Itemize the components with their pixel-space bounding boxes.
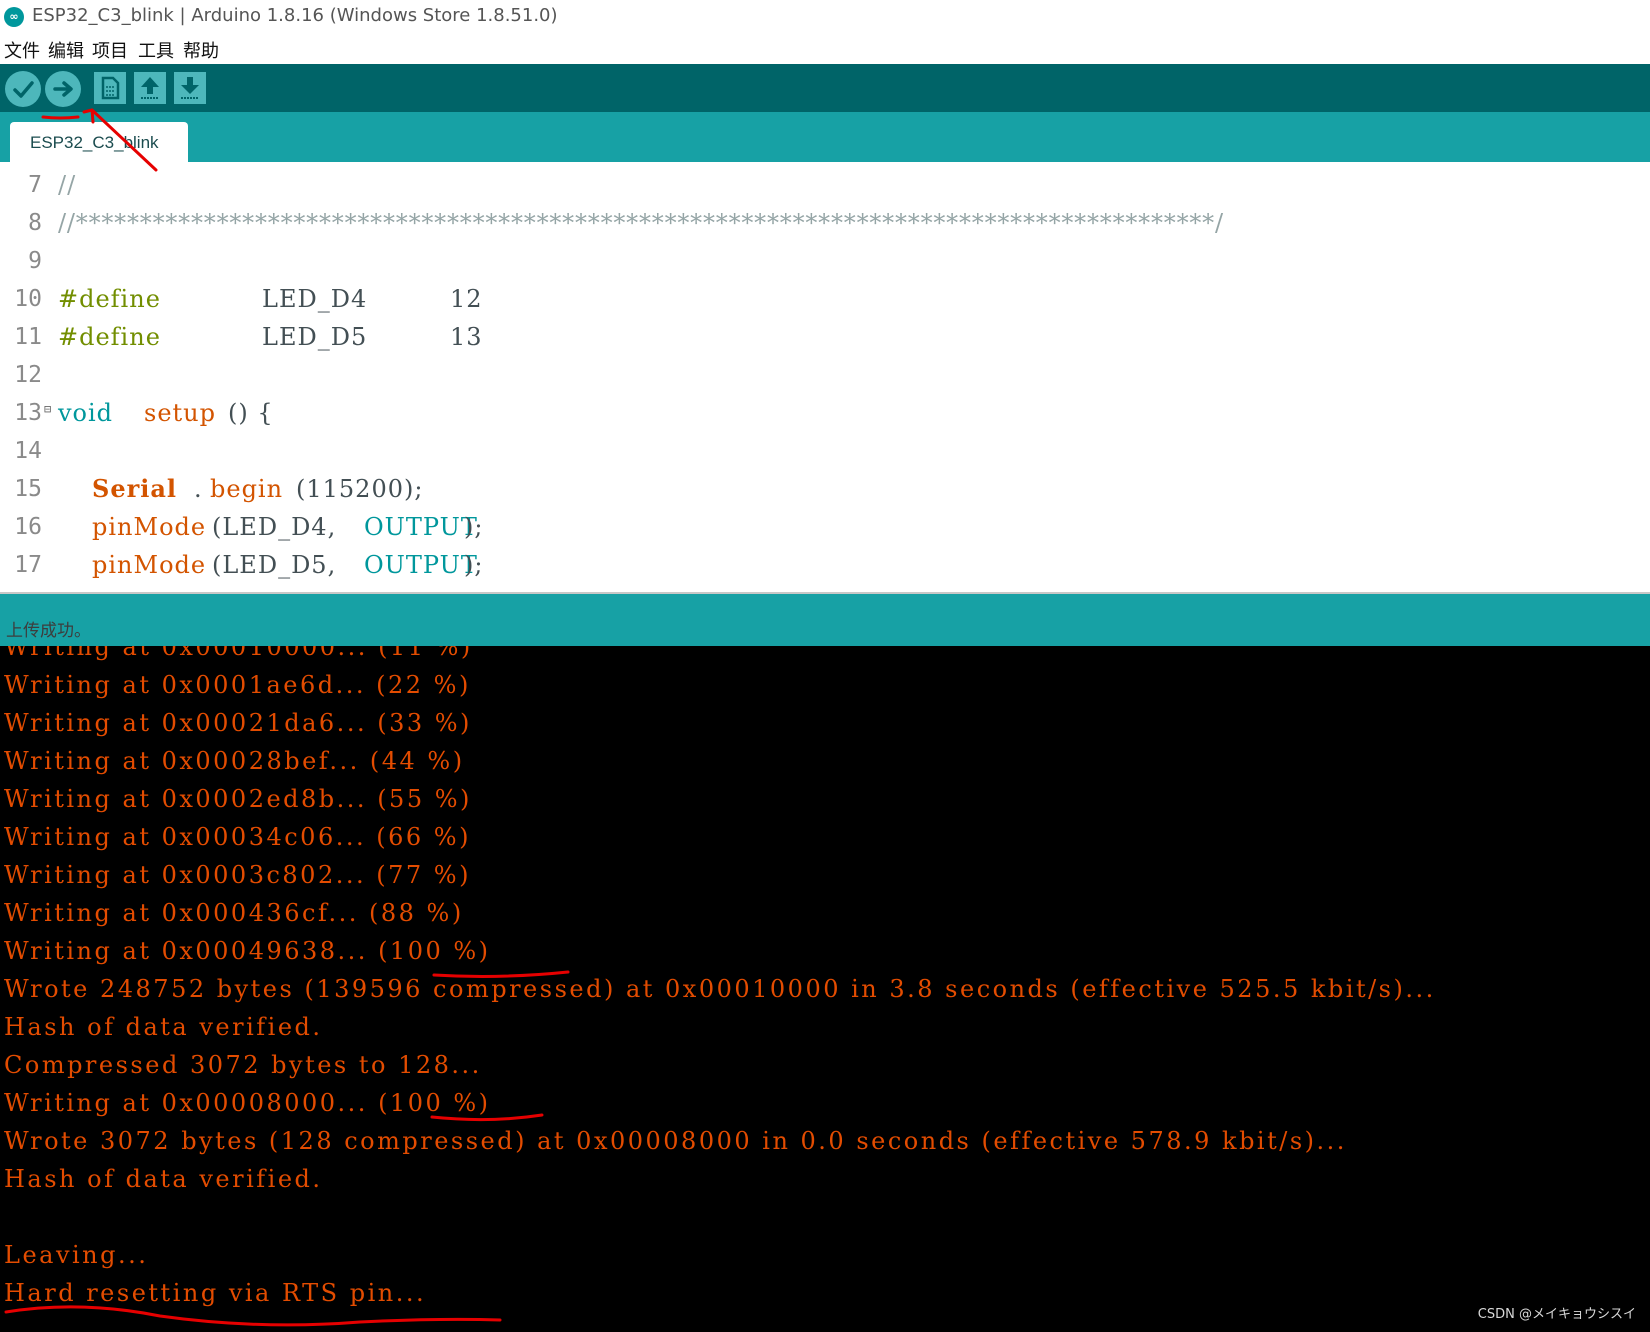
code-line: 7 // (0, 166, 1650, 204)
console-line: Writing at 0x0003c802... (77 %) (4, 861, 471, 889)
line-number: 11 (14, 324, 42, 350)
console-line: Writing at 0x00021da6... (33 %) (4, 709, 472, 737)
console-line: Hash of data verified. (4, 1013, 323, 1041)
function-name: pinMode (92, 551, 207, 579)
macro-name: LED_D4 (262, 285, 368, 313)
arrow-right-icon (53, 81, 73, 97)
menu-file[interactable]: 文件 (4, 37, 40, 63)
window-title: ESP32_C3_blink | Arduino 1.8.16 (Windows… (32, 5, 558, 26)
code-line: 17 pinMode (LED_D5, OUTPUT ); (0, 546, 1650, 584)
line-number: 14 (14, 438, 42, 464)
code-line: 9 (0, 242, 1650, 280)
status-message: 上传成功。 (6, 621, 91, 641)
menu-tools[interactable]: 工具 (138, 37, 174, 63)
code-line: 13 ⊟ void setup () { (0, 394, 1650, 432)
console-line: Hard resetting via RTS pin... (4, 1279, 427, 1307)
code-text: ); (464, 551, 484, 579)
tab-label: ESP32_C3_blink (30, 133, 159, 152)
line-number: 12 (14, 362, 42, 388)
constant-name: OUTPUT (364, 513, 478, 541)
console-line: Writing at 0x00010000... (11 %) (4, 646, 473, 661)
arduino-logo-icon: ∞ (4, 7, 24, 27)
line-number: 10 (14, 286, 42, 312)
save-button[interactable] (174, 72, 206, 104)
code-text: () { (228, 399, 274, 427)
upload-button[interactable] (45, 71, 81, 107)
line-number: 7 (28, 172, 42, 198)
console-line: Leaving... (4, 1241, 149, 1269)
code-text: (LED_D5, (212, 551, 345, 579)
function-name: pinMode (92, 513, 207, 541)
status-bar: 上传成功。 (0, 594, 1650, 646)
code-line: 12 (0, 356, 1650, 394)
code-editor[interactable]: 7 // 8 //*******************************… (0, 162, 1650, 592)
macro-name: LED_D5 (262, 323, 368, 351)
console-line: Writing at 0x00034c06... (66 %) (4, 823, 471, 851)
method-name: begin (210, 475, 284, 503)
console-line: Writing at 0x00049638... (100 %) (4, 937, 491, 965)
constant-name: OUTPUT (364, 551, 478, 579)
console-line: Writing at 0x000436cf... (88 %) (4, 899, 464, 927)
tab-sketch[interactable]: ESP32_C3_blink (10, 122, 188, 162)
menu-bar: 文件 编辑 项目 工具 帮助 (0, 34, 1650, 65)
code-line: 11 #define LED_D5 13 (0, 318, 1650, 356)
code-text: (115200); (296, 475, 424, 503)
watermark: CSDN @メイキョウシスイ (1477, 1307, 1636, 1322)
code-line: 15 Serial . begin (115200); (0, 470, 1650, 508)
code-text: //**************************************… (58, 209, 1224, 237)
function-name: setup (144, 399, 216, 427)
menu-help[interactable]: 帮助 (183, 37, 219, 63)
verify-button[interactable] (5, 71, 41, 107)
arrow-up-icon (141, 77, 159, 99)
macro-value: 13 (450, 323, 483, 351)
console-line: Wrote 248752 bytes (139596 compressed) a… (4, 975, 1436, 1003)
line-number: 8 (28, 210, 42, 236)
console-line: Hash of data verified. (4, 1165, 323, 1193)
define-keyword: #define (58, 323, 161, 351)
line-number: 15 (14, 476, 42, 502)
new-button[interactable] (94, 72, 126, 104)
line-number: 16 (14, 514, 42, 540)
code-line: 8 //************************************… (0, 204, 1650, 242)
open-button[interactable] (134, 72, 166, 104)
arrow-down-icon (181, 77, 199, 99)
fold-toggle-icon[interactable]: ⊟ (44, 402, 51, 416)
console-line: Writing at 0x0001ae6d... (22 %) (4, 671, 471, 699)
file-icon (101, 76, 120, 100)
toolbar (0, 64, 1650, 112)
console-line: Writing at 0x00008000... (100 %) (4, 1089, 491, 1117)
title-bar: ∞ ESP32_C3_blink | Arduino 1.8.16 (Windo… (0, 0, 1650, 34)
menu-sketch[interactable]: 项目 (92, 37, 128, 63)
console-line: Wrote 3072 bytes (128 compressed) at 0x0… (4, 1127, 1347, 1155)
code-line: 10 #define LED_D4 12 (0, 280, 1650, 318)
menu-edit[interactable]: 编辑 (48, 37, 84, 63)
code-text: ); (464, 513, 484, 541)
console-output[interactable]: Writing at 0x00010000... (11 %) Writing … (0, 646, 1650, 1332)
code-text: // (58, 171, 77, 199)
define-keyword: #define (58, 285, 161, 313)
code-text: (LED_D4, (212, 513, 345, 541)
line-number: 13 (14, 400, 42, 426)
check-icon (13, 81, 34, 98)
line-number: 17 (14, 552, 42, 578)
code-line: 16 pinMode (LED_D4, OUTPUT ); (0, 508, 1650, 546)
console-line: Writing at 0x0002ed8b... (55 %) (4, 785, 472, 813)
line-number: 9 (28, 248, 42, 274)
macro-value: 12 (450, 285, 483, 313)
type-keyword: void (58, 399, 114, 427)
code-line: 14 (0, 432, 1650, 470)
tab-bar: ESP32_C3_blink (0, 112, 1650, 162)
class-name: Serial (92, 474, 178, 503)
console-line: Writing at 0x00028bef... (44 %) (4, 747, 465, 775)
console-line: Compressed 3072 bytes to 128... (4, 1051, 482, 1079)
